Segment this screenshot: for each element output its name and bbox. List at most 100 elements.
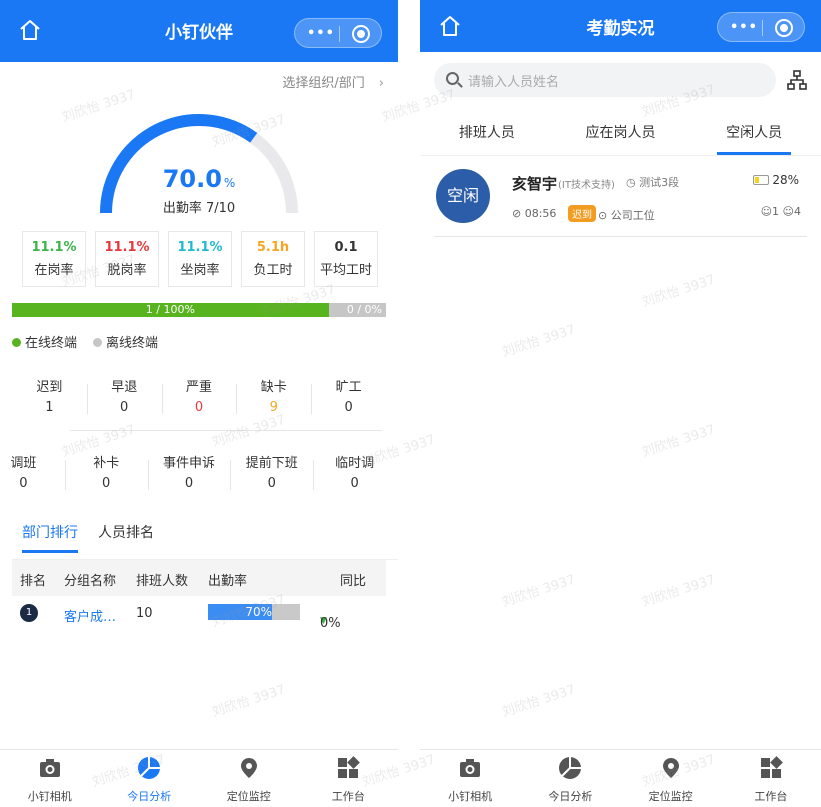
anomaly-temp-transfer[interactable]: 临时调 0 bbox=[313, 452, 396, 491]
group-name-link[interactable]: 客户成… bbox=[64, 606, 116, 625]
legend-offline: 离线终端 bbox=[93, 332, 158, 351]
attendance-mini-text: 70% bbox=[245, 605, 272, 619]
tab-analysis-label: 今日分析 bbox=[127, 790, 172, 803]
stat-label: 在岗率 bbox=[34, 263, 74, 278]
camera-icon bbox=[39, 759, 60, 777]
stat-card-on-post[interactable]: 11.1% 在岗率 bbox=[22, 231, 86, 287]
anomaly-row-1: 迟到 1 早退 0 严重 0 缺卡 9 旷工 0 bbox=[12, 376, 386, 415]
anomaly-makeup-punch[interactable]: 补卡 0 bbox=[64, 452, 148, 491]
more-icon[interactable]: ••• bbox=[730, 20, 758, 35]
stat-label: 负工时 bbox=[253, 263, 293, 278]
stat-card-off-post[interactable]: 11.1% 脱岗率 bbox=[95, 231, 159, 287]
anomaly-shift-swap[interactable]: 调班 0 bbox=[0, 452, 65, 491]
more-icon[interactable]: ••• bbox=[307, 26, 335, 41]
shift-name: 测试3段 bbox=[639, 176, 680, 189]
anomaly-value: 0 bbox=[194, 400, 204, 415]
select-org-button[interactable]: 选择组织/部门 › bbox=[282, 72, 384, 91]
terminal-offline-text: 0 / 0% bbox=[346, 303, 382, 316]
anomaly-label: 缺卡 bbox=[260, 380, 287, 395]
location-pin-icon bbox=[240, 758, 257, 778]
yoy-value: 0% bbox=[320, 616, 341, 631]
anomaly-label: 调班 bbox=[10, 456, 37, 471]
tab-location[interactable]: 定位监控 bbox=[621, 750, 721, 807]
col-group: 分组名称 bbox=[64, 574, 117, 589]
anomaly-value: 0 bbox=[350, 476, 359, 491]
camera-icon bbox=[460, 759, 481, 777]
staff-card[interactable]: 空闲 亥智宇 (IT技术支持) ◷ 测试3段 28% ⊘ 08:56 迟到 ⊙ … bbox=[434, 157, 807, 237]
rank-badge: 1 bbox=[20, 604, 38, 622]
location-name: 公司工位 bbox=[610, 209, 655, 222]
stat-value: 11.1% bbox=[177, 240, 223, 255]
tab-dept-rank[interactable]: 部门排行 bbox=[22, 522, 78, 553]
ranking-tabs: 部门排行 人员排名 bbox=[12, 522, 398, 560]
org-tree-icon[interactable] bbox=[787, 70, 807, 90]
tab-person-rank[interactable]: 人员排名 bbox=[98, 522, 154, 542]
tab-workbench[interactable]: 工作台 bbox=[299, 750, 399, 807]
offline-dot-icon bbox=[93, 338, 103, 347]
search-icon bbox=[446, 72, 459, 85]
tab-analysis-label: 今日分析 bbox=[548, 790, 593, 803]
anomaly-severe[interactable]: 严重 0 bbox=[161, 376, 237, 415]
col-attendance: 出勤率 bbox=[208, 574, 248, 589]
anomaly-value: 9 bbox=[269, 400, 278, 415]
anomaly-value: 1 bbox=[45, 400, 54, 415]
tab-workbench[interactable]: 工作台 bbox=[721, 750, 821, 807]
tab-camera[interactable]: 小钉相机 bbox=[420, 750, 520, 807]
tab-on-duty[interactable]: 应在岗人员 bbox=[554, 114, 688, 155]
location-pin-icon: ⊙ bbox=[598, 209, 608, 222]
tab-analysis[interactable]: 今日分析 bbox=[520, 750, 620, 807]
workbench-grid-icon bbox=[338, 756, 361, 778]
late-badge: 迟到 bbox=[568, 205, 596, 222]
tab-workbench-label: 工作台 bbox=[331, 790, 365, 803]
anomaly-value: 0 bbox=[120, 400, 129, 415]
pie-chart-icon bbox=[559, 757, 582, 779]
col-scheduled: 排班人数 bbox=[136, 574, 189, 589]
close-target-icon[interactable] bbox=[775, 19, 793, 37]
table-row[interactable]: 1 客户成… 10 70% ▼ 0% bbox=[12, 596, 386, 632]
tab-camera[interactable]: 小钉相机 bbox=[0, 750, 100, 807]
terminal-bar: 1 / 100% 0 / 0% bbox=[12, 303, 386, 317]
stat-card-negative-hours[interactable]: 5.1h 负工时 bbox=[241, 231, 305, 287]
tab-camera-label: 小钉相机 bbox=[27, 790, 72, 803]
gauge-label: 出勤率 7/10 bbox=[162, 201, 236, 216]
search-input[interactable]: 请输入人员姓名 bbox=[434, 63, 776, 97]
punch-time-value: 08:56 bbox=[524, 207, 557, 220]
anomaly-label: 临时调 bbox=[335, 456, 375, 471]
stat-cards: 11.1% 在岗率 11.1% 脱岗率 11.1% 坐岗率 5.1h 负工时 0.1 平均… bbox=[22, 231, 378, 287]
anomaly-label: 严重 bbox=[185, 380, 212, 395]
battery-level: 28% bbox=[772, 173, 799, 187]
capsule-divider bbox=[762, 20, 763, 36]
battery-icon bbox=[753, 174, 770, 185]
workbench-grid-icon bbox=[760, 756, 783, 778]
stat-card-avg-hours[interactable]: 0.1 平均工时 bbox=[314, 231, 378, 287]
terminal-legend: 在线终端 离线终端 bbox=[12, 332, 158, 351]
anomaly-appeal[interactable]: 事件申诉 0 bbox=[147, 452, 231, 491]
tab-location[interactable]: 定位监控 bbox=[199, 750, 299, 807]
tab-analysis[interactable]: 今日分析 bbox=[100, 750, 200, 807]
tab-idle[interactable]: 空闲人员 bbox=[687, 114, 821, 155]
close-target-icon[interactable] bbox=[352, 25, 370, 43]
anomaly-label: 提前下班 bbox=[245, 456, 298, 471]
mini-program-capsule: ••• bbox=[294, 18, 382, 48]
anomaly-label: 事件申诉 bbox=[162, 456, 215, 471]
stat-label: 坐岗率 bbox=[180, 263, 220, 278]
anomaly-absent[interactable]: 旷工 0 bbox=[311, 376, 386, 415]
neutral-face-icon: ☺ bbox=[760, 205, 773, 218]
check-circle-icon: ⊘ bbox=[512, 207, 522, 220]
stat-value: 5.1h bbox=[256, 240, 290, 255]
scheduled-count: 10 bbox=[136, 606, 153, 621]
online-dot-icon bbox=[12, 338, 21, 347]
anomaly-early-off[interactable]: 提前下班 0 bbox=[230, 452, 313, 491]
anomaly-early-leave[interactable]: 早退 0 bbox=[86, 376, 162, 415]
tab-location-label: 定位监控 bbox=[648, 790, 693, 803]
staff-tabs: 排班人员 应在岗人员 空闲人员 bbox=[420, 114, 821, 156]
anomaly-missing-punch[interactable]: 缺卡 9 bbox=[236, 376, 311, 415]
col-rank: 排名 bbox=[20, 574, 47, 589]
tab-scheduled[interactable]: 排班人员 bbox=[420, 114, 554, 155]
pie-chart-icon bbox=[138, 757, 161, 779]
battery-status: 28% bbox=[753, 173, 799, 187]
gauge-unit: % bbox=[223, 176, 236, 190]
anomaly-late[interactable]: 迟到 1 bbox=[12, 376, 87, 415]
nav-bar: 考勤实况 ••• bbox=[420, 0, 821, 52]
stat-card-seated[interactable]: 11.1% 坐岗率 bbox=[168, 231, 232, 287]
